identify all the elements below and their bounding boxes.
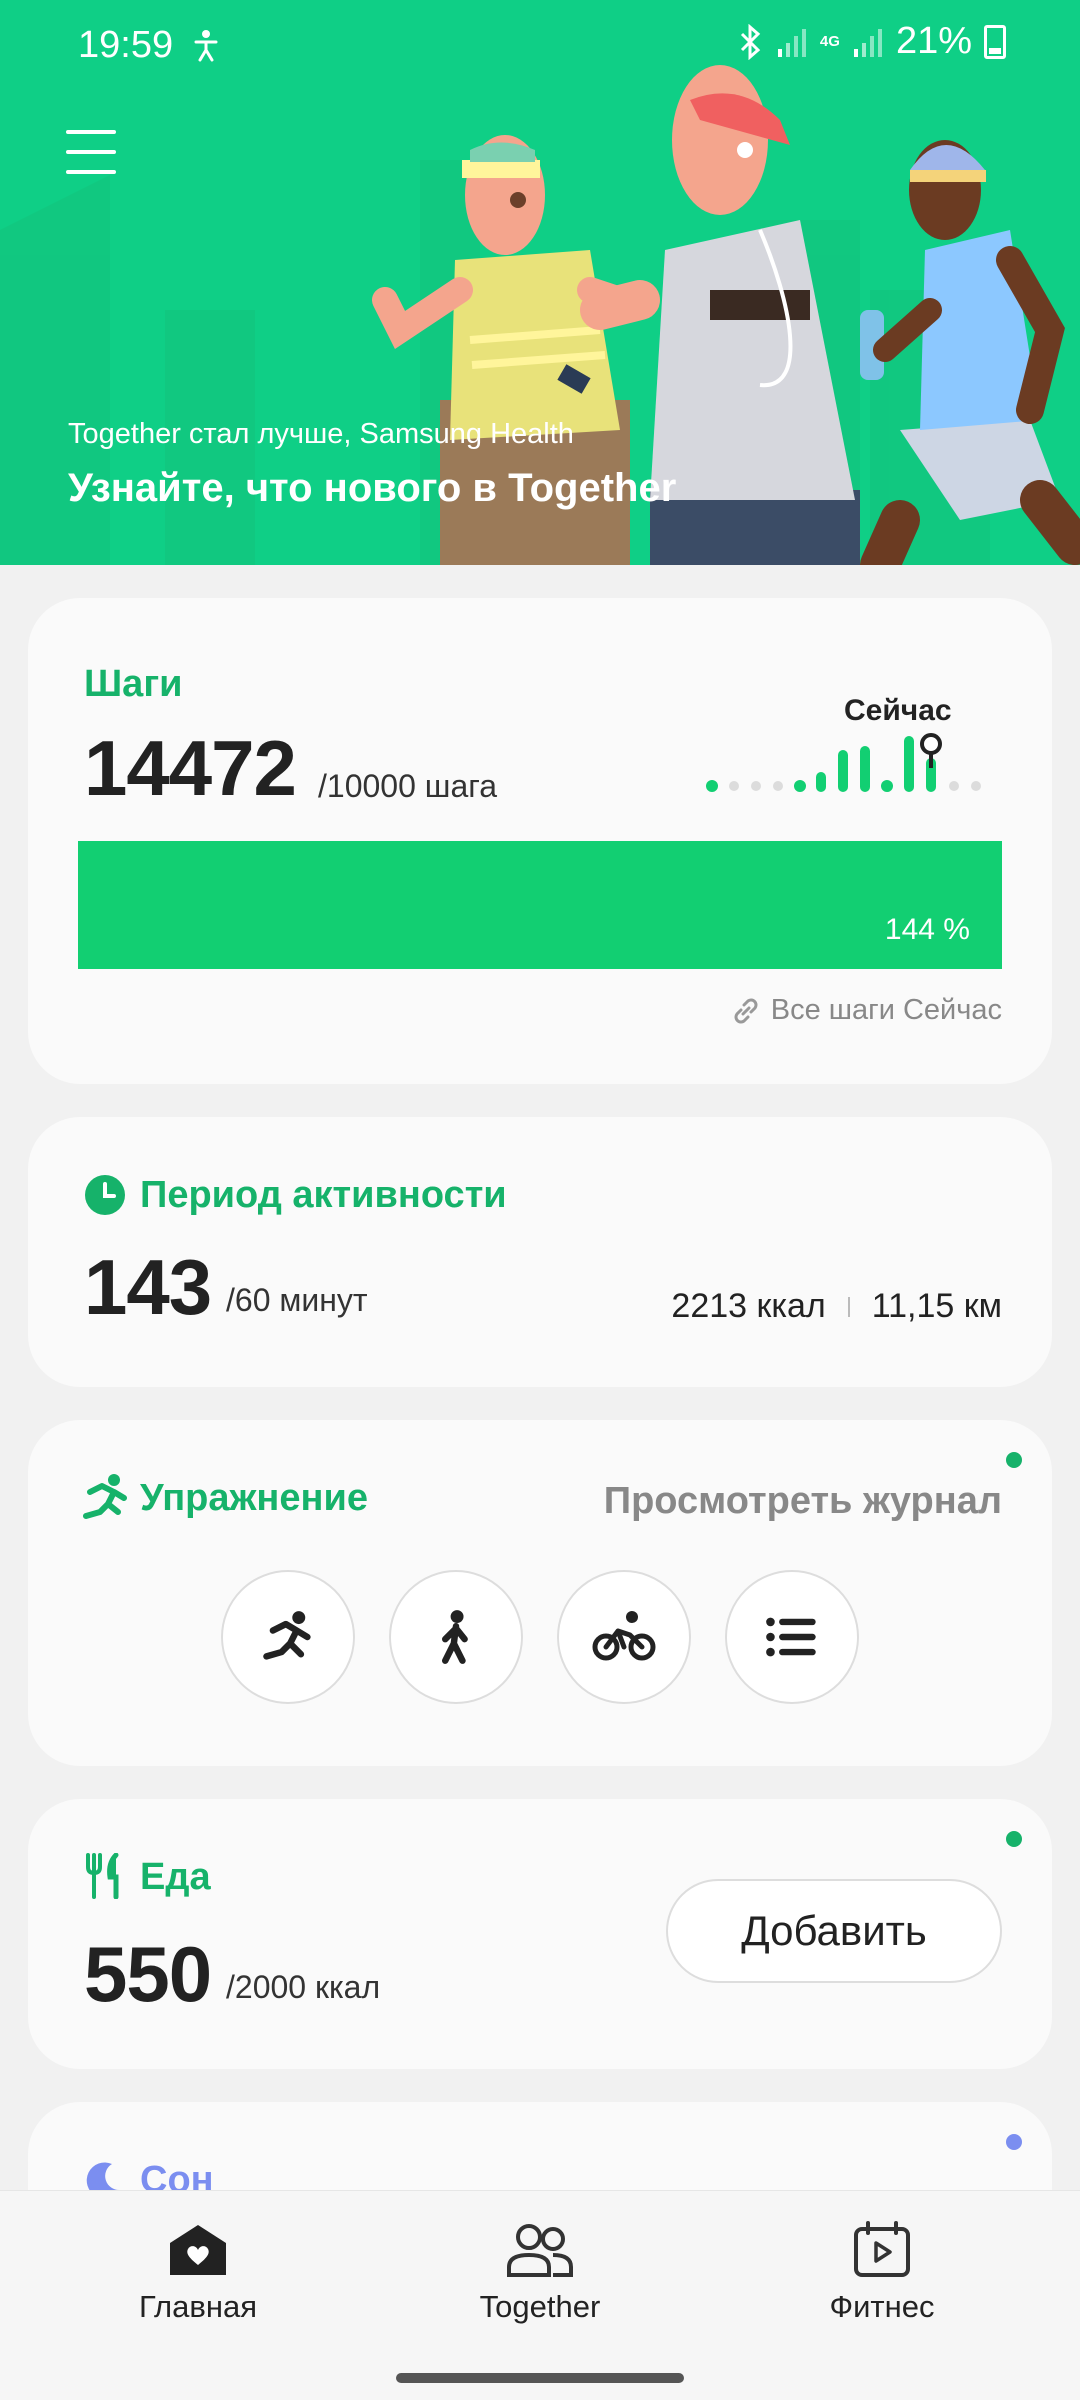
banner-subtitle: Together стал лучше, Samsung Health <box>68 418 574 450</box>
active-time-card[interactable]: Период активности 143 /60 минут 2213 кка… <box>28 1117 1052 1387</box>
new-indicator-dot <box>1006 1452 1022 1468</box>
status-time: 19:59 <box>78 24 174 66</box>
nav-home-label: Главная <box>139 2289 257 2324</box>
fitness-video-icon <box>854 2221 910 2277</box>
home-indicator[interactable] <box>396 2373 684 2383</box>
accessibility-icon <box>194 30 218 62</box>
status-bar: 19:59 4G 21% <box>0 0 1080 96</box>
home-icon <box>170 2225 226 2275</box>
running-icon <box>263 1611 311 1660</box>
divider <box>847 1296 850 1317</box>
running-button[interactable] <box>221 1570 355 1704</box>
menu-icon-line <box>66 150 116 154</box>
steps-percent: 144 % <box>884 913 970 946</box>
bluetooth-icon <box>740 23 761 60</box>
exercise-title: Упражнение <box>140 1477 368 1519</box>
signal-icon-2 <box>853 28 882 57</box>
active-time-title: Период активности <box>140 1174 507 1216</box>
nav-fitness[interactable]: Фитнес <box>762 2221 1002 2325</box>
battery-icon <box>984 24 1006 59</box>
promo-banner[interactable]: 19:59 4G 21% Together стал лучше, Samsun… <box>0 0 1080 565</box>
nav-together[interactable]: Together <box>420 2221 660 2325</box>
network-type: 4G <box>819 32 840 50</box>
signal-icon <box>777 28 806 57</box>
people-icon <box>507 2224 573 2277</box>
exercise-card[interactable]: Упражнение Просмотреть журнал <box>28 1420 1052 1766</box>
active-goal: /60 минут <box>226 1282 368 1318</box>
food-calories: 550 <box>84 1930 212 2018</box>
link-icon <box>734 998 758 1023</box>
all-exercises-button[interactable] <box>725 1570 859 1704</box>
add-food-button[interactable]: Добавить <box>666 1879 1002 1983</box>
banner-title: Узнайте, что нового в Together <box>68 466 677 510</box>
battery-percent: 21% <box>895 20 972 62</box>
steps-progress-bar: 144 % <box>78 841 1002 969</box>
menu-icon-line <box>66 130 116 134</box>
steps-count: 14472 <box>84 724 297 812</box>
new-indicator-dot <box>1006 2134 1022 2150</box>
bottom-navigation: Главная Together Фитнес <box>0 2190 1080 2400</box>
food-card[interactable]: Еда 550 /2000 ккал Добавить <box>28 1799 1052 2069</box>
steps-card[interactable]: Шаги 14472 /10000 шага Сейчас 144 % Все … <box>28 598 1052 1084</box>
list-icon <box>766 1617 816 1657</box>
cycling-button[interactable] <box>557 1570 691 1704</box>
running-icon <box>83 1474 127 1519</box>
menu-button[interactable] <box>66 130 116 174</box>
food-title: Еда <box>140 1856 211 1898</box>
all-steps-label: Все шаги Сейчас <box>770 994 1002 1026</box>
active-minutes: 143 <box>84 1243 212 1331</box>
view-log-link[interactable]: Просмотреть журнал <box>604 1480 1002 1523</box>
distance: 11,15 км <box>871 1287 1002 1325</box>
steps-hourly-chart <box>706 733 981 792</box>
nav-fitness-label: Фитнес <box>829 2289 935 2324</box>
steps-title: Шаги <box>84 663 183 705</box>
nav-home[interactable]: Главная <box>78 2221 318 2325</box>
new-indicator-dot <box>1006 1831 1022 1847</box>
steps-goal: /10000 шага <box>318 768 497 804</box>
cycling-icon <box>592 1611 656 1661</box>
food-goal: /2000 ккал <box>226 1969 381 2005</box>
walking-icon <box>442 1610 468 1664</box>
menu-icon-line <box>66 170 116 174</box>
nav-together-label: Together <box>479 2289 601 2324</box>
walking-button[interactable] <box>389 1570 523 1704</box>
all-steps-link[interactable]: Все шаги Сейчас <box>731 994 1002 1027</box>
clock-icon <box>85 1175 125 1215</box>
fork-knife-icon <box>86 1853 119 1899</box>
calories-burned: 2213 ккал <box>671 1287 826 1325</box>
